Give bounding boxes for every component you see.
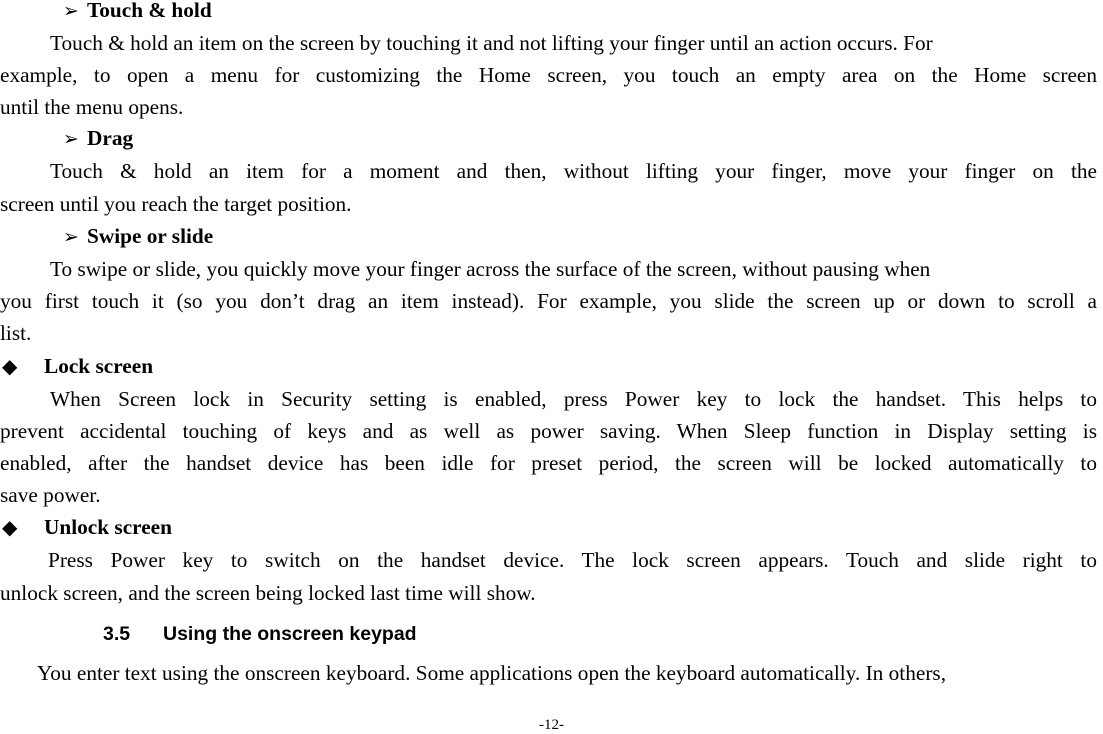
arrow-bullet-icon: ➢ [63, 227, 79, 248]
paragraph-line: When Screen lock in Security setting is … [50, 387, 1097, 411]
arrow-bullet-icon: ➢ [63, 129, 79, 150]
section-number: 3.5 [103, 623, 131, 645]
arrow-bullet-icon: ➢ [63, 1, 79, 22]
section-heading: 3.5 Using the onscreen keypad [103, 623, 417, 645]
sub-heading-drag: ➢ Drag [63, 126, 134, 150]
sub-heading-title: Touch & hold [87, 0, 212, 22]
bullet-heading-lock-screen: ◆ Lock screen [2, 354, 154, 378]
paragraph-line: prevent accidental touching of keys and … [0, 419, 1097, 443]
paragraph-line: unlock screen, and the screen being lock… [0, 581, 536, 605]
diamond-bullet-icon: ◆ [2, 356, 18, 378]
paragraph-line: To swipe or slide, you quickly move your… [50, 257, 931, 281]
paragraph-line: save power. [0, 483, 101, 507]
paragraph-line: list. [0, 321, 32, 345]
bullet-heading-title: Unlock screen [44, 515, 172, 539]
bullet-heading-unlock-screen: ◆ Unlock screen [2, 515, 172, 539]
paragraph-line: Touch & hold an item on the screen by to… [50, 31, 933, 55]
sub-heading-swipe-slide: ➢ Swipe or slide [63, 224, 214, 248]
paragraph-line: Press Power key to switch on the handset… [48, 548, 1097, 572]
intro-paragraph-line: You enter text using the onscreen keyboa… [37, 661, 947, 685]
page-number: -12- [539, 717, 564, 733]
paragraph-line: until the menu opens. [0, 95, 184, 119]
paragraph-line: you first touch it (so you don’t drag an… [0, 289, 1097, 313]
paragraph-line: screen until you reach the target positi… [0, 192, 352, 216]
section-title: Using the onscreen keypad [163, 623, 417, 645]
sub-heading-touch-hold: ➢ Touch & hold [63, 0, 212, 21]
paragraph-line: enabled, after the handset device has be… [0, 451, 1097, 475]
bullet-heading-title: Lock screen [44, 354, 154, 378]
paragraph-line: Touch & hold an item for a moment and th… [50, 159, 1097, 183]
sub-heading-title: Swipe or slide [87, 224, 214, 248]
sub-heading-title: Drag [87, 126, 134, 150]
paragraph-line: example, to open a menu for customizing … [0, 63, 1097, 87]
diamond-bullet-icon: ◆ [2, 517, 18, 539]
document-page: ➢ Touch & hold Touch & hold an item on th… [0, 0, 1103, 734]
